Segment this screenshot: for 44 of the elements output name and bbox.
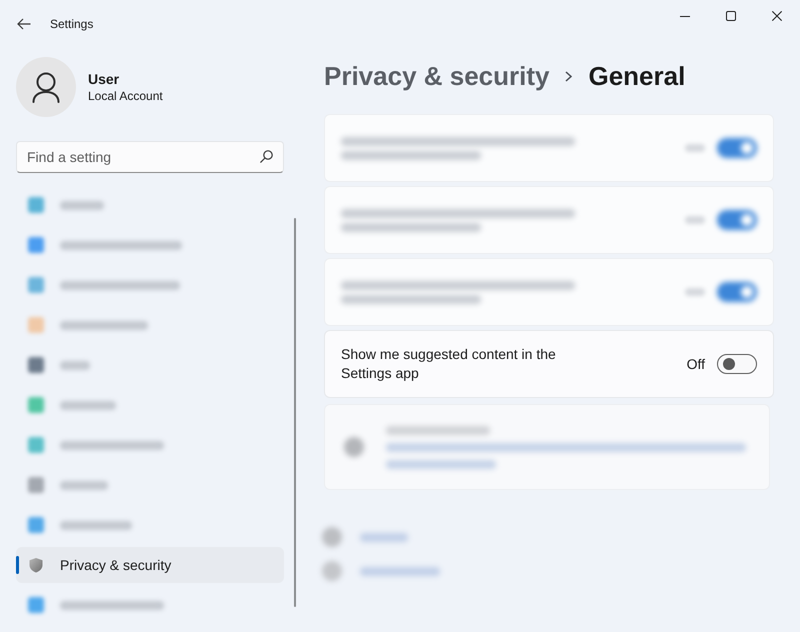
blurred-icon: [28, 277, 44, 293]
user-avatar-icon: [16, 57, 76, 117]
toggle-switch[interactable]: [717, 210, 757, 230]
shield-icon: [28, 557, 44, 573]
blurred-icon: [28, 477, 44, 493]
search-field[interactable]: Find a setting: [16, 141, 284, 173]
blurred-text: [60, 200, 104, 210]
chevron-right-icon: [565, 70, 572, 82]
close-icon: [772, 11, 782, 21]
search-icon: [260, 150, 273, 163]
blurred-text: [60, 400, 116, 410]
blurred-icon: [28, 357, 44, 373]
setting-label: Show me suggested content in the Settings app: [341, 345, 557, 383]
blurred-text: [360, 532, 408, 542]
blurred-icon: [344, 437, 364, 457]
blurred-icon: [28, 317, 44, 333]
blurred-icon: [28, 397, 44, 413]
blurred-icon: [322, 561, 342, 581]
blurred-text: [60, 520, 132, 530]
page-title: General: [588, 60, 686, 92]
toggle-state-text: Off: [686, 354, 705, 374]
toggle-switch[interactable]: [717, 138, 757, 158]
arrow-left-icon: [17, 18, 31, 30]
blurred-icon: [28, 197, 44, 213]
window-title: Settings: [50, 16, 94, 33]
nav-item[interactable]: Privacy & security: [16, 547, 284, 583]
blurred-icon: [28, 517, 44, 533]
maximize-icon: [726, 11, 736, 21]
account-type: Local Account: [88, 88, 163, 104]
blurred-icon: [322, 527, 342, 547]
blurred-text: [685, 144, 705, 152]
blurred-icon: [28, 437, 44, 453]
blurred-text: [60, 360, 90, 370]
breadcrumb-link[interactable]: Privacy & security: [324, 60, 550, 92]
toggle-switch[interactable]: [717, 354, 757, 374]
blurred-text: [685, 216, 705, 224]
blurred-text: [60, 480, 108, 490]
account-name: User: [88, 70, 120, 88]
blurred-text: [685, 288, 705, 296]
selection-indicator: [16, 556, 19, 574]
blurred-icon: [28, 597, 44, 613]
toggle-switch[interactable]: [717, 282, 757, 302]
scrollbar[interactable]: [294, 218, 296, 607]
blurred-icon: [28, 237, 44, 253]
